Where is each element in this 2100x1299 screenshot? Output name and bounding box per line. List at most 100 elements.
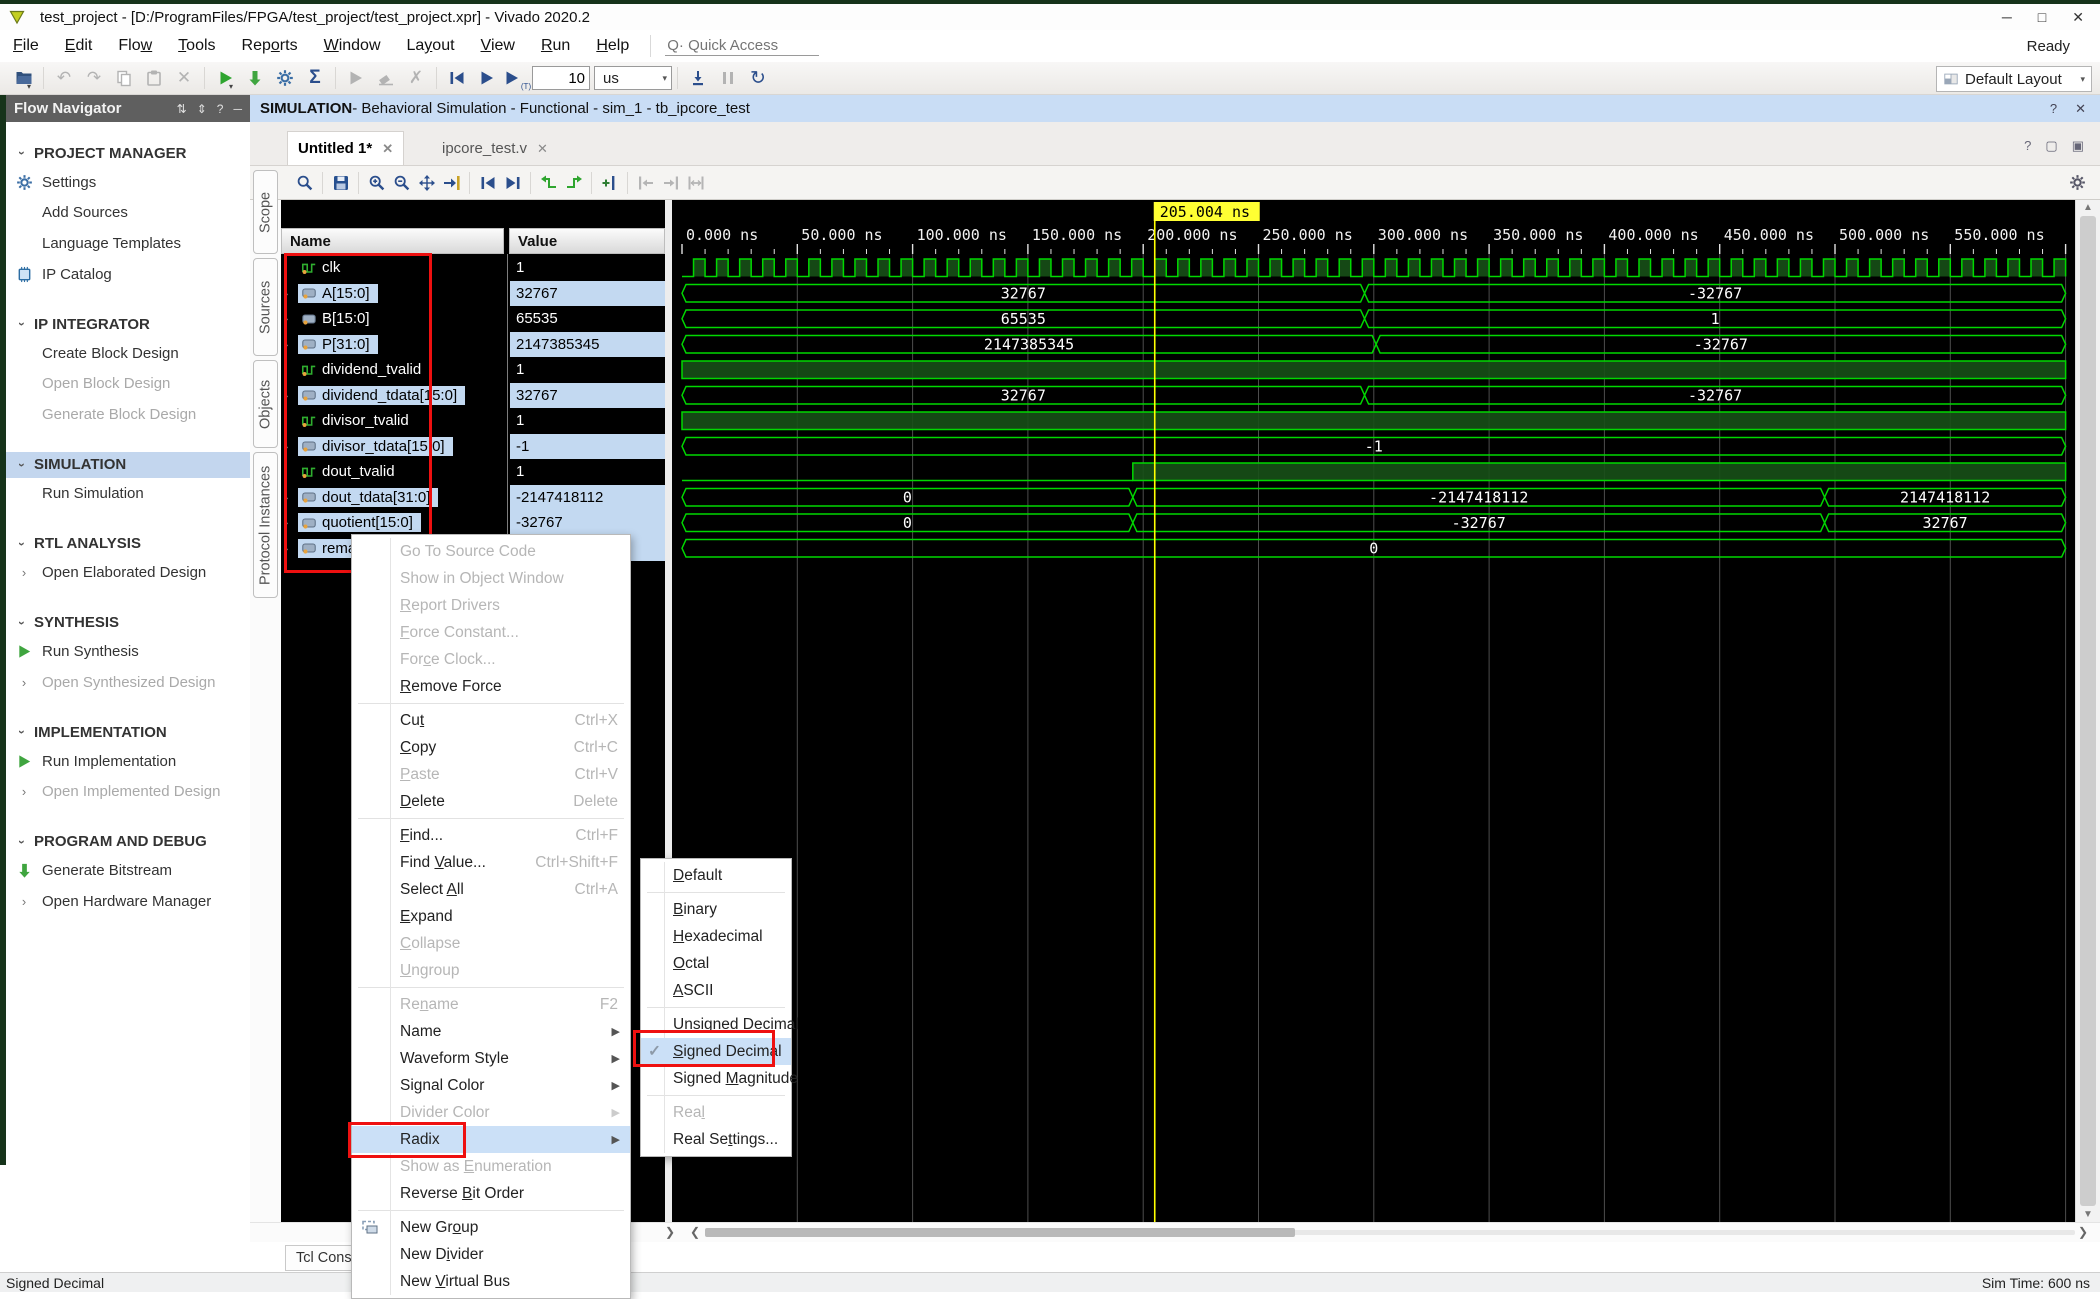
report-sum-icon[interactable]: Σ [300,65,330,91]
signal-row-dout-tvalid[interactable]: dout_tvalid [281,459,504,485]
menu-item-ascii[interactable]: ASCII [641,977,791,1004]
flownav-item-language-templates[interactable]: Language Templates [6,230,250,256]
fn-expand-icon[interactable]: ⇕ [197,102,207,116]
zoom-fit-icon[interactable] [414,171,439,195]
zoom-out-icon[interactable] [389,171,414,195]
flownav-item-add-sources[interactable]: Add Sources [6,200,250,226]
undo-icon[interactable]: ↶ [49,65,79,91]
wave-settings-gear-icon[interactable] [2069,174,2086,192]
minimize-button[interactable]: ─ [2002,9,2012,26]
signal-value[interactable]: -2147418112 [510,485,665,511]
close-tab-icon[interactable]: ✕ [382,141,393,157]
menu-tools[interactable]: Tools [165,34,228,58]
menu-run[interactable]: Run [528,34,583,58]
maximize-button[interactable]: □ [2038,9,2046,26]
value-column-header[interactable]: Value [509,228,665,254]
add-marker-icon[interactable] [597,171,622,195]
run-for-time-icon[interactable]: (T) [502,65,532,91]
redo-icon[interactable]: ↷ [79,65,109,91]
flownav-item-generate-block-design[interactable]: Generate Block Design [6,402,250,428]
flownav-section-program-and-debug[interactable]: ›PROGRAM AND DEBUG [6,829,250,855]
menu-item-find[interactable]: Find...Ctrl+F [352,822,630,849]
hscroll-end-icon[interactable]: ❯ [2078,1225,2088,1239]
quick-access-input[interactable] [665,36,819,56]
signal-value[interactable]: 1 [510,459,665,485]
hscroll-right-icon[interactable]: ❮ [690,1225,700,1239]
menu-item-signed-magnitude[interactable]: Signed Magnitude [641,1065,791,1092]
flownav-section-synthesis[interactable]: ›SYNTHESIS [6,610,250,636]
relaunch-icon[interactable]: ↻ [743,65,773,91]
editor-tab-untitled-1[interactable]: Untitled 1*✕ [287,131,404,165]
expand-icon[interactable]: › [284,286,298,301]
flownav-section-rtl-analysis[interactable]: ›RTL ANALYSIS [6,531,250,557]
panel-close-icon[interactable]: ✕ [2075,101,2086,117]
panel-help-icon[interactable]: ? [2050,101,2057,117]
flownav-item-run-simulation[interactable]: Run Simulation [6,481,250,507]
menu-item-octal[interactable]: Octal [641,950,791,977]
expand-icon[interactable]: › [284,439,298,454]
expand-icon[interactable]: › [284,311,298,326]
menu-item-radix[interactable]: Radix▶ [352,1126,630,1153]
run-all-icon[interactable] [472,65,502,91]
menu-item-signal-color[interactable]: Signal Color▶ [352,1072,630,1099]
signal-value[interactable]: 32767 [510,383,665,409]
wave-save-icon[interactable] [328,171,353,195]
waveform-svg[interactable]: 0.000 ns50.000 ns100.000 ns150.000 ns200… [672,200,2075,1222]
menu-item-unsigned-decimal[interactable]: Unsigned Decimal [641,1011,791,1038]
expand-icon[interactable]: › [284,515,298,530]
expand-icon[interactable]: › [284,337,298,352]
flownav-item-run-synthesis[interactable]: Run Synthesis [6,639,250,665]
step-icon[interactable] [683,65,713,91]
go-to-start-icon[interactable] [475,171,500,195]
copy-icon[interactable] [109,65,139,91]
previous-transition-icon[interactable] [536,171,561,195]
flownav-item-open-elaborated-design[interactable]: ›Open Elaborated Design [6,560,250,586]
expand-icon[interactable]: › [284,490,298,505]
flownav-item-settings[interactable]: Settings [6,169,250,195]
run-icon[interactable]: ▾ [210,65,240,91]
hscroll-left-icon[interactable]: ❯ [665,1225,675,1239]
menu-item-default[interactable]: Default [641,862,791,889]
close-tab-icon[interactable]: ✕ [537,141,548,157]
flownav-item-open-implemented-design[interactable]: ›Open Implemented Design [6,779,250,805]
menu-item-copy[interactable]: CopyCtrl+C [352,734,630,761]
scroll-up-icon[interactable]: ▲ [2076,202,2100,213]
paste-icon[interactable] [139,65,169,91]
signal-row-a-15-0[interactable]: › A[15:0] [281,281,504,307]
fn-minimize-icon[interactable]: ─ [233,102,242,116]
pause-icon[interactable] [713,65,743,91]
open-project-icon[interactable]: ▾ [8,65,38,91]
signal-row-dout-tdata-31-0[interactable]: › dout_tdata[31:0] [281,485,504,511]
flownav-item-open-hardware-manager[interactable]: ›Open Hardware Manager [6,889,250,915]
menu-item-remove-force[interactable]: Remove Force [352,673,630,700]
signal-value[interactable]: -32767 [510,510,665,536]
close-button[interactable]: ✕ [2072,9,2084,26]
signal-row-divisor-tdata-15-0[interactable]: › divisor_tdata[15:0] [281,434,504,460]
menu-window[interactable]: Window [311,34,394,58]
scroll-down-icon[interactable]: ▼ [2076,1209,2100,1220]
signal-value[interactable]: 65535 [510,306,665,332]
signal-row-dividend-tdata-15-0[interactable]: › dividend_tdata[15:0] [281,383,504,409]
menu-item-new-divider[interactable]: New Divider [352,1241,630,1268]
menu-reports[interactable]: Reports [229,34,311,58]
go-to-end-icon[interactable] [500,171,525,195]
zoom-in-icon[interactable] [364,171,389,195]
menu-item-new-group[interactable]: New Group [352,1214,630,1241]
waveform-canvas[interactable]: 0.000 ns50.000 ns100.000 ns150.000 ns200… [672,200,2075,1222]
side-tab-protocol-instances[interactable]: Protocol Instances [253,452,278,598]
flownav-item-open-synthesized-design[interactable]: ›Open Synthesized Design [6,669,250,695]
side-tab-sources[interactable]: Sources [253,258,278,356]
tab-help-icon[interactable]: ? [2024,138,2031,154]
flownav-item-run-implementation[interactable]: Run Implementation [6,748,250,774]
flownav-item-ip-catalog[interactable]: IP Catalog [6,261,250,287]
menu-item-delete[interactable]: DeleteDelete [352,788,630,815]
signal-value[interactable]: 1 [510,408,665,434]
signal-value[interactable]: 1 [510,357,665,383]
menu-item-name[interactable]: Name▶ [352,1018,630,1045]
menu-item-hexadecimal[interactable]: Hexadecimal [641,923,791,950]
menu-layout[interactable]: Layout [394,34,468,58]
zoom-to-cursor-icon[interactable] [439,171,464,195]
sim-time-input[interactable] [532,66,590,90]
menu-item-expand[interactable]: Expand [352,903,630,930]
flownav-item-create-block-design[interactable]: Create Block Design [6,340,250,366]
